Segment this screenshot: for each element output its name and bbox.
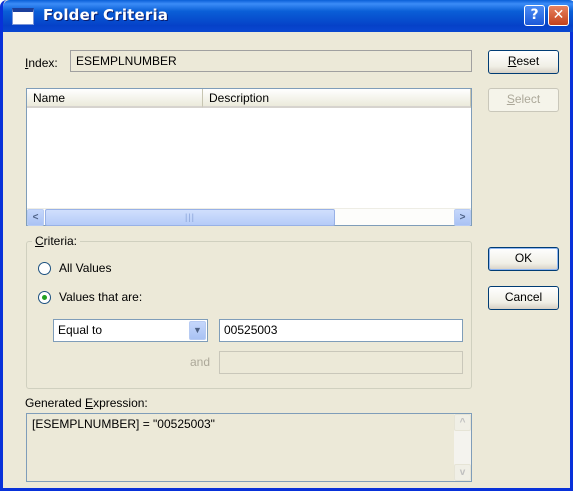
dropdown-arrow-icon[interactable]: ▼ [189,321,206,340]
criteria-group: Criteria: All Values Values that are: Eq… [26,234,472,389]
reset-button[interactable]: Reset [488,50,559,74]
close-button[interactable]: ✕ [548,5,569,26]
operator-value: Equal to [58,323,103,337]
window-icon [12,8,34,25]
ok-button[interactable]: OK [488,247,559,271]
column-header-name[interactable]: Name [27,89,203,108]
generated-expression-field[interactable]: [ESEMPLNUMBER] = "00525003" ^ v [26,413,472,482]
all-values-radio[interactable] [38,262,51,275]
all-values-label[interactable]: All Values [59,261,111,275]
index-list[interactable]: Name Description < ||| > [26,88,472,226]
help-button[interactable]: ? [524,5,545,26]
scroll-up-icon[interactable]: ^ [454,414,471,431]
operator-select[interactable]: Equal to ▼ [53,319,208,342]
list-header: Name Description [27,89,471,108]
scroll-right-icon[interactable]: > [454,209,471,226]
column-header-description[interactable]: Description [203,89,471,108]
generated-expression-text: [ESEMPLNUMBER] = "00525003" [32,417,215,431]
second-value-input[interactable] [219,351,463,374]
horizontal-scrollbar[interactable]: < ||| > [27,208,471,226]
and-label: and [190,355,211,369]
scroll-left-icon[interactable]: < [27,209,44,226]
cancel-button[interactable]: Cancel [488,286,559,310]
index-label: Index: [25,56,58,70]
index-field: ESEMPLNUMBER [70,50,472,72]
criteria-legend: Criteria: [32,234,81,248]
select-button[interactable]: Select [488,88,559,112]
generated-expression-label: Generated Expression: [25,396,148,410]
values-that-are-radio[interactable] [38,291,51,304]
window-title: Folder Criteria [43,6,169,24]
scroll-down-icon[interactable]: v [454,464,471,481]
scroll-thumb[interactable]: ||| [45,209,335,226]
criteria-value-input[interactable]: 00525003 [219,319,463,342]
title-bar[interactable]: Folder Criteria ? ✕ [3,0,573,32]
folder-criteria-dialog: Folder Criteria ? ✕ Index: ESEMPLNUMBER … [0,0,573,491]
vertical-scrollbar[interactable]: ^ v [454,414,471,481]
values-that-are-label[interactable]: Values that are: [59,290,142,304]
